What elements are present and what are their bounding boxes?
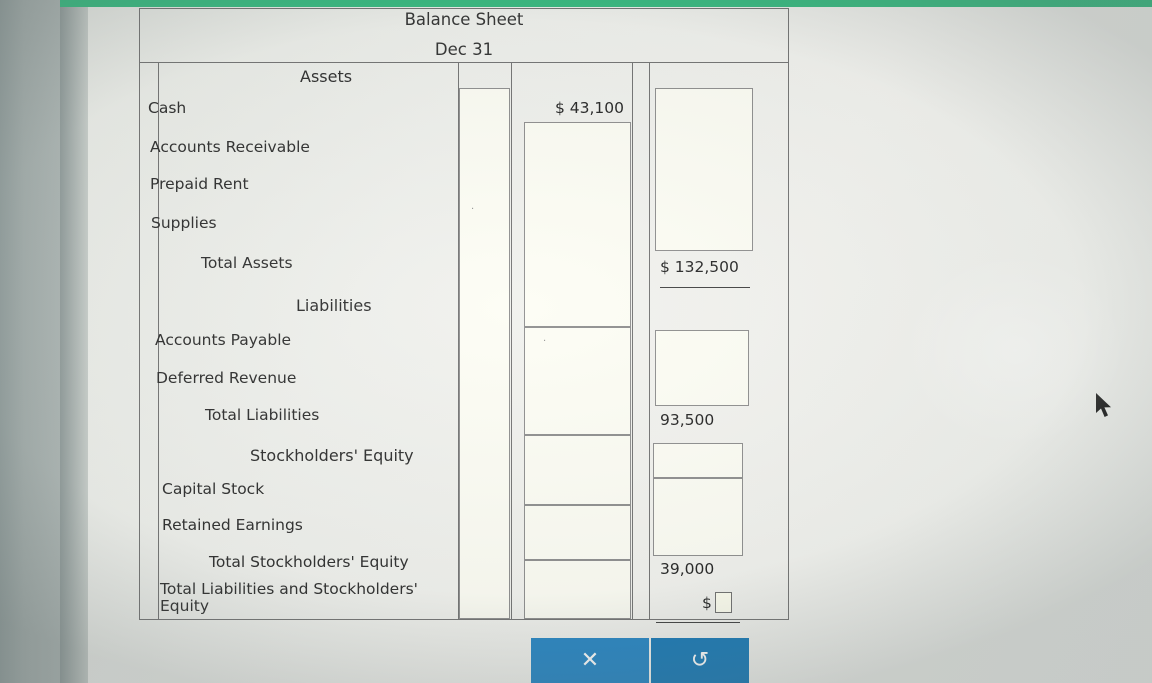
grid-bottom-rule [158, 619, 789, 620]
close-icon: ✕ [580, 648, 600, 673]
cell-col3-equity-block-b[interactable] [653, 478, 743, 556]
grid-line-col2-right [632, 62, 633, 620]
left-bezel [0, 0, 60, 683]
row-amount-total-liabilities-and-equity-currency: $ [702, 594, 712, 612]
cell-col3-equity-block-a[interactable] [653, 443, 743, 478]
cell-col1-spanning[interactable] [459, 88, 510, 619]
grid-line-col3-left [649, 62, 650, 620]
row-amount-cash: $ 43,100 [554, 99, 624, 117]
row-label-prepaid-rent: Prepaid Rent [150, 175, 249, 193]
cell-col2-equity-block[interactable] [524, 435, 631, 505]
row-amount-total-liabilities: 93,500 [660, 411, 715, 429]
row-label-accounts-payable: Accounts Payable [155, 331, 292, 349]
total-assets-underline [660, 287, 750, 288]
row-label-supplies: Supplies [151, 214, 217, 232]
row-label-total-liabilities-and-equity: Total Liabilities and Stockholders' Equi… [160, 580, 418, 615]
row-label-deferred-revenue: Deferred Revenue [156, 369, 297, 387]
row-label-retained-earnings: Retained Earnings [162, 516, 303, 534]
cell-col2-total-block[interactable] [524, 560, 631, 619]
section-heading-assets: Assets [300, 67, 353, 86]
screen-left-shadow [60, 7, 88, 683]
worksheet-date: Dec 31 [434, 40, 494, 59]
artifact-mark-1: · [471, 204, 475, 215]
row-label-total-stockholders-equity: Total Stockholders' Equity [209, 553, 409, 571]
top-accent-bar [60, 0, 1152, 7]
row-label-total-assets: Total Assets [201, 254, 293, 272]
grand-total-underline [656, 622, 740, 623]
row-label-accounts-receivable: Accounts Receivable [150, 138, 310, 156]
row-label-total-liabilities: Total Liabilities [205, 406, 320, 424]
row-label-capital-stock: Capital Stock [162, 480, 265, 498]
cell-col2-liabilities-block[interactable] [524, 327, 631, 435]
close-button[interactable]: ✕ [531, 638, 649, 683]
header-divider [139, 62, 789, 63]
row-amount-total-stockholders-equity: 39,000 [660, 560, 715, 578]
section-heading-stockholders-equity: Stockholders' Equity [250, 446, 414, 465]
row-amount-total-assets: $ 132,500 [660, 258, 739, 276]
cell-col2-retained-block[interactable] [524, 505, 631, 560]
cell-col2-assets-block[interactable] [524, 122, 631, 327]
cell-col3-assets-block[interactable] [655, 88, 753, 251]
worksheet-title: Balance Sheet [404, 10, 524, 29]
section-heading-liabilities: Liabilities [296, 296, 372, 315]
cell-col3-liabilities-block[interactable] [655, 330, 749, 406]
artifact-mark-2: · [543, 336, 547, 347]
reset-button[interactable]: ↺ [651, 638, 749, 683]
reset-icon: ↺ [690, 648, 710, 673]
row-label-cash: Cash [148, 99, 187, 117]
input-total-liabilities-and-equity[interactable] [715, 592, 732, 613]
